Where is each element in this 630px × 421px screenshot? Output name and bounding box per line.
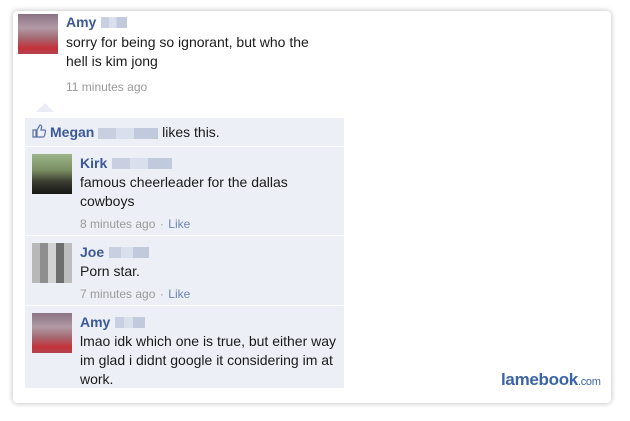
comment-text: Porn star. xyxy=(80,263,140,279)
lamebook-watermark: lamebook.com xyxy=(501,370,601,390)
avatar[interactable] xyxy=(32,243,72,283)
post-timestamp[interactable]: 11 minutes ago xyxy=(66,80,331,94)
watermark-tld: .com xyxy=(577,376,601,388)
redacted-surname xyxy=(114,317,145,329)
comment-pointer xyxy=(36,103,54,112)
comment-item: Amy lmao idk which one is true, but eith… xyxy=(25,306,344,388)
comment-body: Joe Porn star. 7 minutes ago · Like xyxy=(80,244,338,303)
likes-suffix: likes this. xyxy=(162,124,220,140)
avatar[interactable] xyxy=(32,154,72,194)
meta-separator: · xyxy=(159,217,164,231)
comment-author-name[interactable]: Joe xyxy=(80,244,104,260)
redacted-surname xyxy=(98,127,159,139)
avatar[interactable] xyxy=(32,313,72,353)
likes-text: Megan likes this. xyxy=(50,124,220,140)
redacted-surname xyxy=(108,247,149,259)
comment-author-name[interactable]: Kirk xyxy=(80,155,107,171)
comment-timestamp[interactable]: 8 minutes ago xyxy=(80,217,155,231)
comment-body: Amy lmao idk which one is true, but eith… xyxy=(80,314,338,389)
comments-section: Megan likes this. Kirk famous cheerleade… xyxy=(25,118,344,388)
like-link[interactable]: Like xyxy=(168,287,190,301)
liker-name[interactable]: Megan xyxy=(50,124,94,140)
thumbs-up-icon xyxy=(32,124,47,138)
comment-body: Kirk famous cheerleader for the dallas c… xyxy=(80,155,338,233)
comment-timestamp[interactable]: 7 minutes ago xyxy=(80,287,155,301)
post-text: sorry for being so ignorant, but who the… xyxy=(66,34,309,69)
avatar[interactable] xyxy=(18,14,58,54)
comment-item: Joe Porn star. 7 minutes ago · Like xyxy=(25,236,344,306)
comment-text: lmao idk which one is true, but either w… xyxy=(80,333,337,387)
comment-text: famous cheerleader for the dallas cowboy… xyxy=(80,174,288,209)
like-link[interactable]: Like xyxy=(168,217,190,231)
redacted-surname xyxy=(100,17,127,29)
watermark-brand: lamebook xyxy=(501,370,578,389)
post-body: Amy sorry for being so ignorant, but who… xyxy=(66,14,331,94)
comment-meta: 8 minutes ago · Like xyxy=(80,215,338,233)
comment-meta: 7 minutes ago · Like xyxy=(80,285,338,303)
meta-separator: · xyxy=(159,287,164,301)
redacted-surname xyxy=(111,158,172,170)
likes-row: Megan likes this. xyxy=(25,118,344,147)
comment-item: Kirk famous cheerleader for the dallas c… xyxy=(25,147,344,236)
post-author-name[interactable]: Amy xyxy=(66,14,96,30)
comment-author-name[interactable]: Amy xyxy=(80,314,110,330)
